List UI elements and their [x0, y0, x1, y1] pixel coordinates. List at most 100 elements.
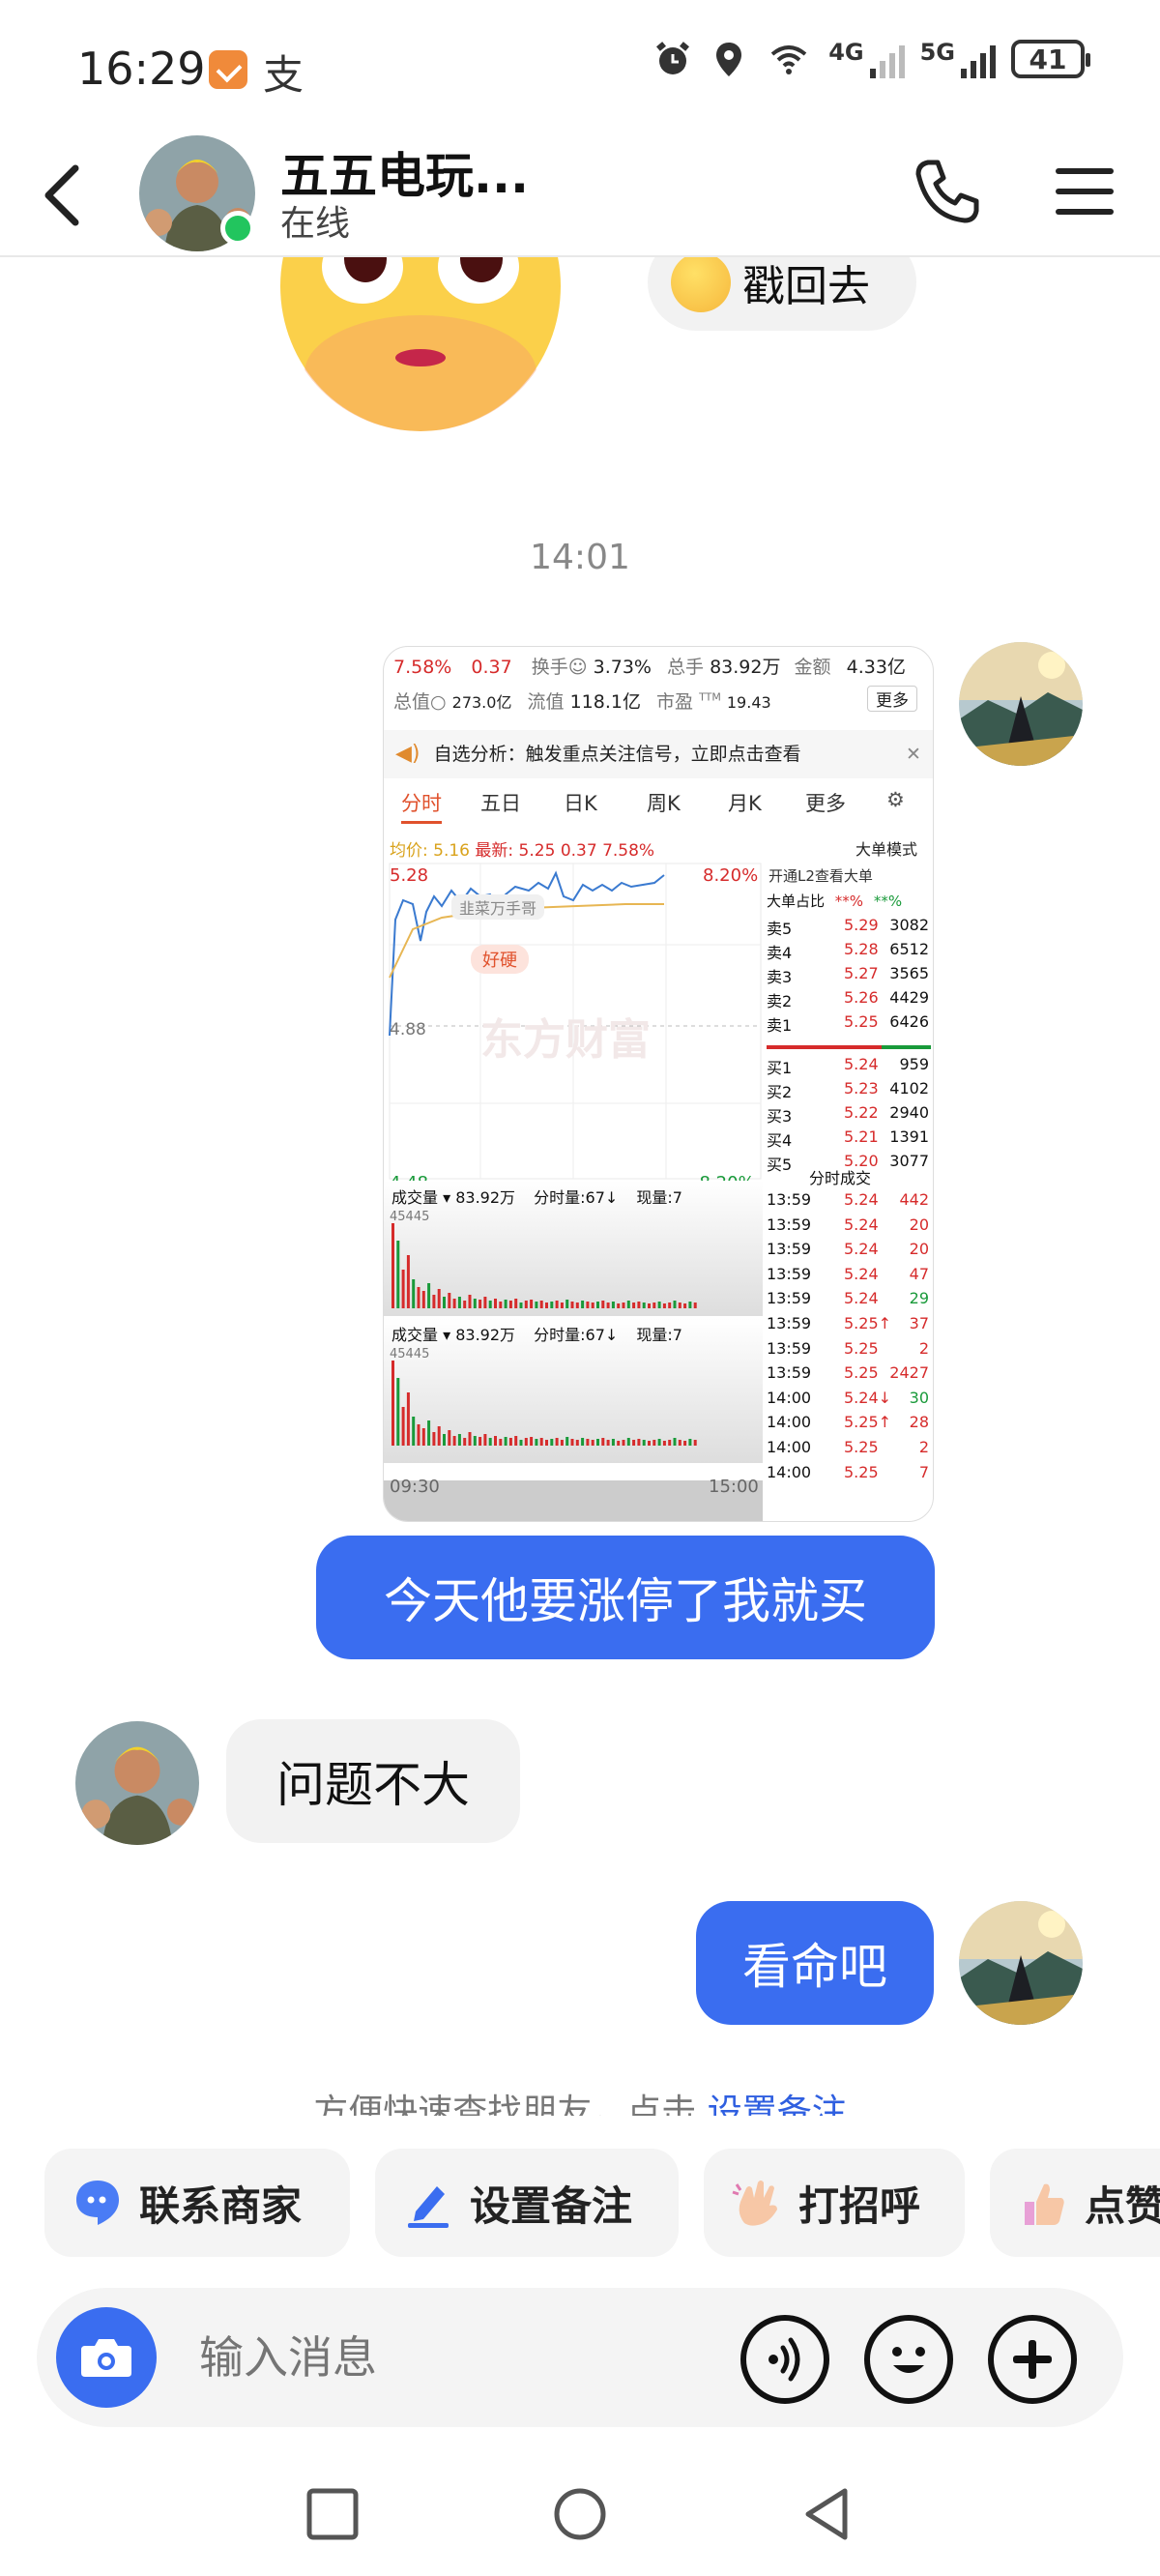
tick-row: 13:59 5.24 20 [767, 1240, 931, 1263]
smirk-emoji-icon [671, 252, 731, 312]
my-avatar-2[interactable] [959, 1901, 1083, 2025]
app-notification-icon [209, 50, 247, 89]
volume-bar [494, 1299, 497, 1308]
voice-button[interactable] [740, 2315, 829, 2404]
volume-bar [611, 1439, 615, 1446]
bid-price: 5.21 [844, 1127, 879, 1146]
volume-bar [504, 1437, 508, 1446]
volume-bar [591, 1303, 594, 1308]
my-avatar[interactable] [959, 642, 1083, 766]
volume-bar [478, 1300, 482, 1308]
float-cap-label: 流值 [527, 691, 565, 713]
say-hello-button[interactable]: 打招呼 [704, 2149, 965, 2257]
like-button[interactable]: 点赞 [990, 2149, 1160, 2257]
volume-bar [452, 1299, 456, 1308]
bid-price: 5.23 [844, 1079, 879, 1098]
volume-bar [401, 1270, 405, 1308]
tick-row: 14:00 5.24↓ 30 [767, 1389, 931, 1412]
tick-volume: 2 [918, 1438, 929, 1456]
status-time: 16:29 [77, 43, 206, 95]
tick-price: 5.24↓ [844, 1388, 892, 1407]
volume-bar [678, 1303, 682, 1308]
notice-close-icon: ✕ [906, 744, 921, 765]
remark-tip-link[interactable]: 设置备注 [708, 2093, 847, 2116]
camera-button[interactable] [56, 2307, 157, 2408]
volume-bar [555, 1301, 559, 1308]
volume-bar [693, 1440, 697, 1446]
remark-tip: 方便快速查找朋友，点击 设置备注 [0, 2087, 1160, 2116]
stock-screenshot-image[interactable]: 7.58% 0.37 换手☺ 3.73% 总手 83.92万 金额 4.33亿 … [383, 646, 934, 1522]
home-circle-icon[interactable] [551, 2485, 609, 2543]
tick-label: 13:59 [767, 1338, 812, 1358]
volume-bar [662, 1441, 666, 1446]
volume-bar [448, 1430, 451, 1446]
stock-tab-more: 更多 [805, 792, 846, 815]
contact-merchant-button[interactable]: 联系商家 [44, 2149, 350, 2257]
volume-bar [443, 1434, 446, 1446]
ask-row: 卖5 5.29 3082 [767, 916, 931, 939]
message-input[interactable] [199, 2327, 760, 2388]
volume-bar [617, 1441, 621, 1446]
volume-bar [637, 1302, 641, 1308]
contact-status: 在线 [280, 204, 351, 244]
alarm-icon [656, 42, 690, 74]
more-plus-button[interactable] [988, 2315, 1077, 2404]
menu-icon[interactable] [1054, 161, 1116, 222]
vol-panel-total-2: 83.92万 [455, 1326, 516, 1344]
tick-volume: 2427 [889, 1363, 929, 1383]
ask-label: 卖1 [767, 1016, 793, 1035]
pe-ttm-sup: TTM [699, 690, 721, 704]
vol-panel-minute-2: 分时量:67↓ [534, 1326, 619, 1344]
turnover-value: 3.73% [593, 657, 652, 678]
set-remark-button[interactable]: 设置备注 [375, 2149, 679, 2257]
bid-label: 买3 [767, 1107, 793, 1126]
emoji-sticker [280, 257, 561, 431]
volume-bar [437, 1426, 441, 1446]
volume-bar [483, 1297, 487, 1308]
recent-apps-square-icon[interactable] [305, 2487, 360, 2541]
tick-volume: 20 [909, 1240, 929, 1259]
volume-bar [673, 1438, 677, 1446]
chart-mid-price: 4.88 [390, 1020, 426, 1039]
my-message-bubble-2[interactable]: 看命吧 [696, 1901, 934, 2025]
bid-label: 买4 [767, 1131, 793, 1150]
user-watermark: 韭菜万手哥 [451, 894, 545, 920]
back-triangle-icon[interactable] [798, 2485, 856, 2543]
volume-bar [448, 1293, 451, 1308]
volume-bar [683, 1441, 687, 1446]
ask-price: 5.28 [844, 940, 879, 958]
back-arrow-icon[interactable] [27, 157, 104, 234]
ask-price: 5.26 [844, 988, 879, 1007]
tick-volume: 20 [909, 1215, 929, 1234]
brand-watermark: 东方财富 [480, 1015, 651, 1065]
volume-bar [519, 1440, 523, 1446]
volume-bar [601, 1301, 605, 1308]
my-message-text: 今天他要涨停了我就买 [384, 1573, 867, 1629]
tick-row: 13:59 5.24 29 [767, 1289, 931, 1312]
tick-volume: 442 [899, 1190, 929, 1209]
volume-bar [508, 1301, 512, 1308]
volume-bar [626, 1301, 630, 1308]
volume-bar [545, 1303, 548, 1308]
contact-avatar-message[interactable] [75, 1721, 199, 1845]
my-message-bubble[interactable]: 今天他要涨停了我就买 [316, 1536, 935, 1659]
avg-price-label: 均价: [390, 841, 428, 861]
waving-hand-icon [732, 2181, 777, 2226]
volume-bar [468, 1432, 472, 1446]
phone-call-icon[interactable] [909, 153, 986, 230]
volume-bar [417, 1424, 420, 1446]
tick-label: 14:00 [767, 1462, 812, 1481]
chart-high-pct: 8.20% [703, 865, 759, 886]
tick-row: 14:00 5.25↑ 28 [767, 1413, 931, 1436]
sticker-reply-text: 戳回去 [742, 262, 870, 311]
volume-bar [396, 1378, 400, 1446]
contact-message-bubble[interactable]: 问题不大 [226, 1719, 520, 1843]
tick-label: 13:59 [767, 1215, 812, 1234]
volume-bar [566, 1437, 569, 1446]
volume-bar [575, 1303, 579, 1308]
tick-price: 5.24 [844, 1240, 879, 1259]
volume-bar [535, 1302, 538, 1308]
emoji-button[interactable] [864, 2315, 953, 2404]
chart-time-end: 15:00 [709, 1477, 759, 1497]
tick-price: 5.25↑ [844, 1413, 892, 1432]
